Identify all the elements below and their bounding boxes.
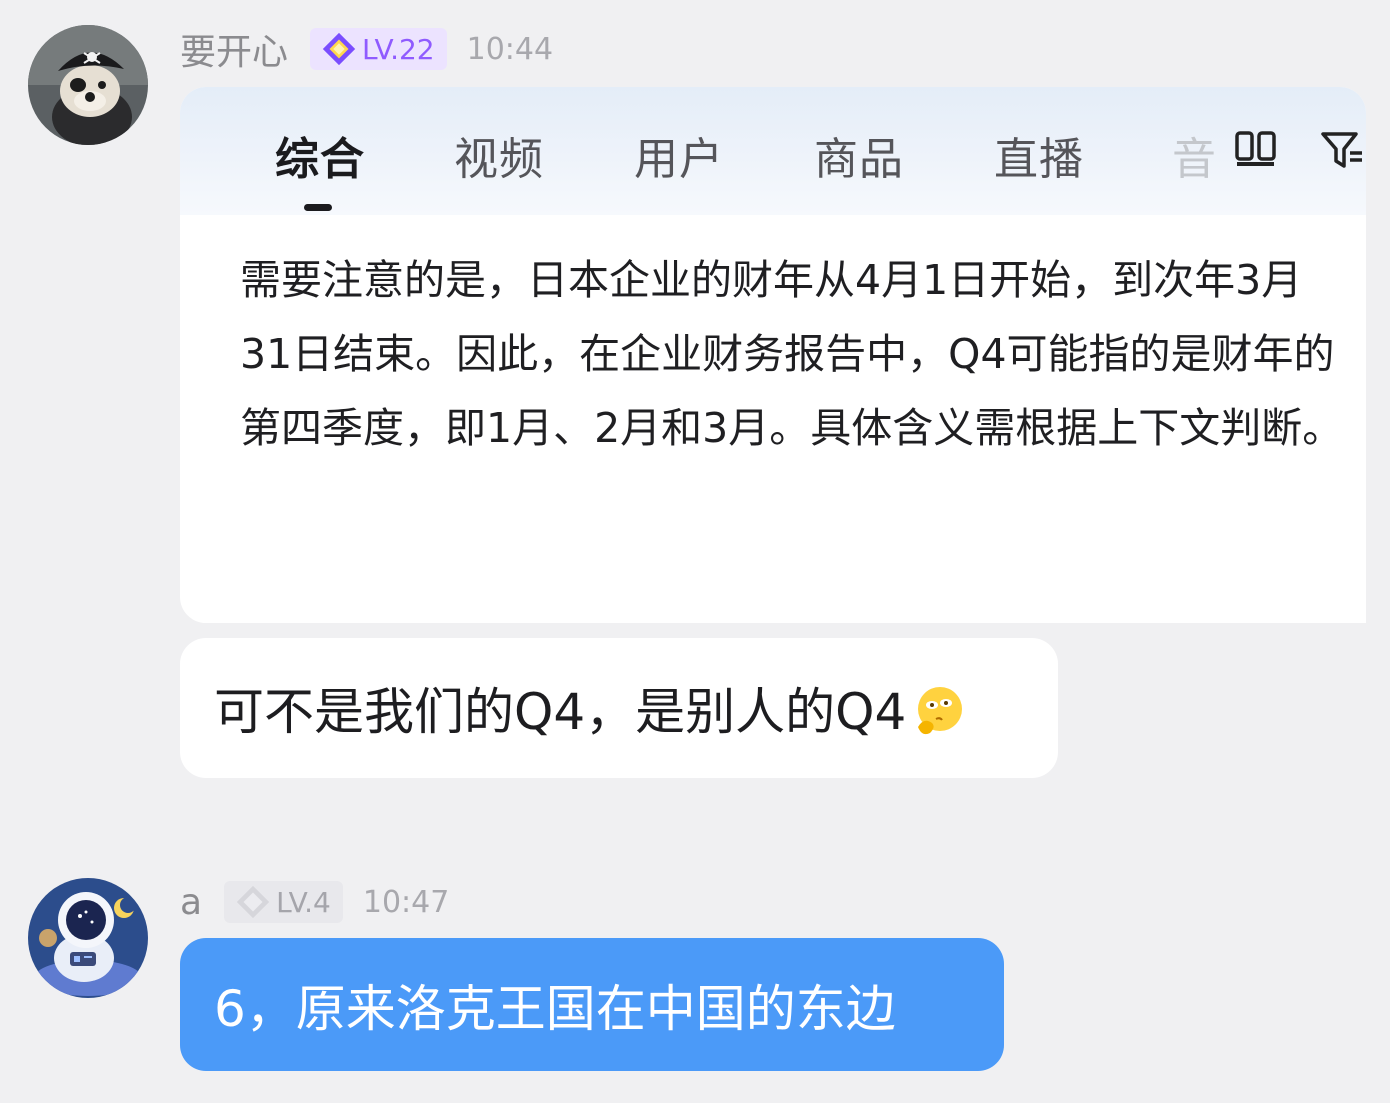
- level-badge: LV.22: [310, 28, 447, 70]
- answer-panel: 需要注意的是，日本企业的财年从4月1日开始，到次年3月31日结束。因此，在企业财…: [192, 215, 1366, 623]
- tab-music-partial: 音: [1172, 134, 1217, 185]
- tab-product: 商品: [814, 134, 904, 185]
- message-header: 要开心 LV.22 10:44: [180, 24, 553, 74]
- pirate-dog-avatar-icon: [28, 25, 148, 145]
- answer-text: 需要注意的是，日本企业的财年从4月1日开始，到次年3月31日结束。因此，在企业财…: [240, 256, 1344, 452]
- purple-diamond-level-icon: [322, 32, 356, 66]
- embedded-screenshot[interactable]: 综合 视频 用户 商品 直播 音 需要注意的是，日本企业的财年从4月1日开始，到…: [180, 87, 1366, 623]
- thinking-face-emoji-icon: [918, 687, 963, 735]
- active-tab-indicator: [304, 204, 332, 211]
- tab-video: 视频: [454, 134, 544, 185]
- message-bubble[interactable]: 可不是我们的Q4，是别人的Q4: [180, 638, 1058, 778]
- level-text: LV.22: [362, 32, 435, 66]
- tab-user: 用户: [634, 134, 724, 185]
- username[interactable]: 要开心: [180, 23, 288, 75]
- message-text: 可不是我们的Q4，是别人的Q4: [214, 683, 907, 741]
- level-badge: LV.4: [224, 881, 343, 923]
- username[interactable]: a: [180, 882, 202, 923]
- astronaut-avatar-icon: [28, 878, 148, 998]
- grid-icon: [1235, 131, 1276, 166]
- message-bubble-own[interactable]: 6，原来洛克王国在中国的东边: [180, 938, 1004, 1071]
- tab-comprehensive: 综合: [275, 134, 365, 185]
- user-avatar-pirate-dog[interactable]: [28, 25, 148, 145]
- message-text: 6，原来洛克王国在中国的东边: [214, 979, 896, 1038]
- level-text: LV.4: [276, 885, 331, 919]
- message-header: a LV.4 10:47: [180, 877, 449, 927]
- tab-live: 直播: [994, 134, 1084, 185]
- message-time: 10:44: [466, 31, 554, 67]
- filter-icon: [1321, 132, 1362, 168]
- grey-diamond-level-icon: [236, 885, 270, 919]
- search-tab-bar: 综合 视频 用户 商品 直播 音: [180, 87, 1366, 215]
- message-time: 10:47: [362, 884, 450, 920]
- user-avatar-astronaut[interactable]: [28, 878, 148, 998]
